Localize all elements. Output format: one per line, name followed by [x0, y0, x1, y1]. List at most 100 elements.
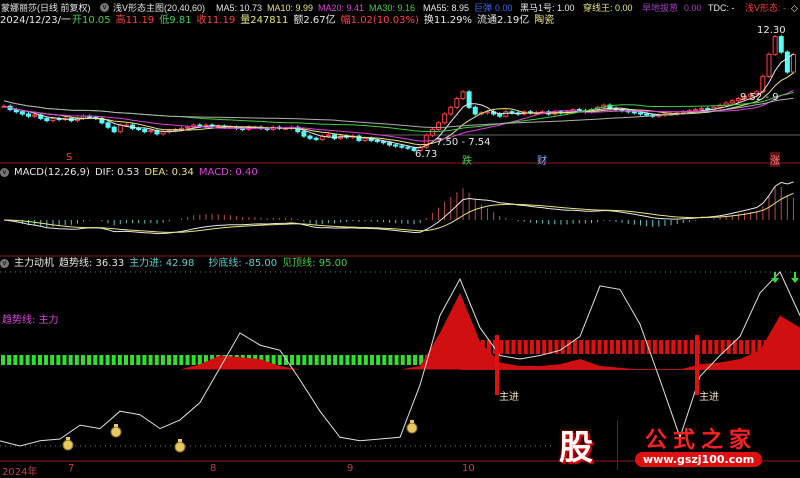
- level-bar-red: [572, 340, 577, 354]
- level-bar-green: [339, 355, 344, 365]
- macd-macd: MACD: 0.40: [198, 167, 258, 178]
- zhujin-marker: [495, 335, 499, 395]
- candle-body: [460, 91, 466, 100]
- level-bar-red: [640, 340, 645, 354]
- level-bar-red: [665, 340, 670, 354]
- candle-body: [576, 109, 582, 112]
- candle-body: [393, 144, 399, 147]
- watermark-logo: 股 公式之家 www.gszj100.com: [555, 420, 795, 470]
- level-bar-green: [351, 355, 356, 365]
- candle-body: [178, 127, 184, 130]
- candle: [784, 50, 790, 74]
- watermark-logo-glyph: 股: [559, 428, 593, 468]
- level-bar-red: [609, 340, 614, 354]
- candle: [356, 134, 362, 143]
- candle-body: [197, 124, 203, 127]
- level-bar-green: [277, 355, 282, 365]
- dif-line: [3, 181, 794, 235]
- money-bag-icon: [406, 420, 418, 434]
- chevron-down-icon[interactable]: v: [0, 167, 9, 177]
- candle: [319, 134, 325, 142]
- money-bag-tie: [178, 439, 182, 442]
- level-bar-red: [634, 340, 639, 354]
- candle-body: [637, 112, 643, 115]
- zl-legend: 趋势线: 主力: [2, 315, 59, 326]
- level-bar-red: [536, 340, 541, 354]
- level-bar-red: [622, 340, 627, 354]
- money-bag-body: [110, 426, 122, 438]
- candle-body: [399, 145, 405, 148]
- candle-body: [766, 53, 772, 77]
- candle-body: [325, 134, 331, 137]
- level-bar-green: [388, 355, 393, 365]
- level-bar-red: [659, 340, 664, 354]
- level-bar-green: [99, 355, 104, 365]
- watermark-name: 公式之家: [645, 428, 758, 453]
- level-bar-green: [357, 355, 362, 365]
- level-bar-red: [677, 340, 682, 354]
- candle-body: [442, 113, 448, 124]
- level-bar-red: [566, 340, 571, 354]
- candle-body: [497, 113, 503, 117]
- candle: [460, 90, 466, 101]
- candle-body: [778, 36, 784, 53]
- candle: [766, 52, 772, 79]
- level-bar-green: [197, 355, 202, 365]
- chevron-down-icon[interactable]: v: [0, 258, 9, 268]
- zl-title[interactable]: 主力动机: [14, 258, 54, 269]
- candle-body: [503, 111, 509, 117]
- money-bag-body: [62, 439, 74, 451]
- level-bar-red: [739, 340, 743, 354]
- level-bar-red: [616, 340, 620, 354]
- level-bar-green: [308, 355, 313, 365]
- level-bar-green: [44, 355, 49, 365]
- level-bar-green: [290, 355, 295, 365]
- zl-jdx: 见顶线: 95.00: [282, 258, 348, 269]
- level-bar-red: [505, 340, 510, 354]
- candle: [466, 90, 472, 110]
- candle-body: [105, 122, 111, 128]
- candle-body: [307, 135, 313, 139]
- level-bar-green: [406, 355, 411, 365]
- level-bar-green: [179, 355, 184, 365]
- candle: [436, 121, 442, 132]
- level-bar-red: [702, 340, 707, 354]
- zl-header: v 主力动机 趋势线: 36.33 主力进: 42.98 抄底线: -85.00 见顶线:…: [0, 258, 352, 270]
- zhujin-marker: [695, 335, 699, 395]
- ma10-line: [3, 72, 794, 146]
- money-bag-tie: [410, 420, 414, 423]
- candle: [472, 105, 478, 116]
- level-bar-red: [523, 340, 528, 354]
- zl-zlj: 主力进: 42.98: [129, 258, 195, 269]
- level-bar-green: [314, 355, 319, 365]
- candle-body: [32, 114, 38, 117]
- candle-body: [44, 117, 50, 122]
- macd-title[interactable]: MACD(12,26,9): [14, 167, 90, 178]
- candle-body: [25, 113, 31, 117]
- money-bag-icon: [110, 424, 122, 438]
- level-bar-green: [326, 355, 331, 365]
- level-bar-green: [50, 355, 55, 365]
- level-bar-green: [160, 355, 165, 365]
- level-bar-green: [302, 355, 307, 365]
- level-bar-green: [154, 355, 159, 365]
- chart-canvas[interactable]: [0, 0, 800, 475]
- level-bar-green: [370, 355, 374, 365]
- level-bar-green: [19, 355, 24, 365]
- zl-cdx: 抄底线: -85.00: [208, 258, 278, 269]
- level-bar-green: [167, 355, 172, 365]
- level-bar-red: [597, 340, 602, 354]
- candle-body: [644, 113, 650, 116]
- level-bar-green: [68, 355, 73, 365]
- level-bar-red: [499, 340, 504, 354]
- candle-body: [380, 141, 386, 144]
- watermark-url: www.gszj100.com: [635, 452, 763, 467]
- candle-body: [784, 51, 790, 73]
- candle: [772, 34, 778, 57]
- level-bar-green: [320, 355, 325, 365]
- level-bar-green: [185, 355, 190, 365]
- level-bar-red: [585, 340, 590, 354]
- level-bar-red: [683, 340, 688, 354]
- level-bar-green: [25, 355, 30, 365]
- macd-dif: DIF: 0.53: [94, 167, 140, 178]
